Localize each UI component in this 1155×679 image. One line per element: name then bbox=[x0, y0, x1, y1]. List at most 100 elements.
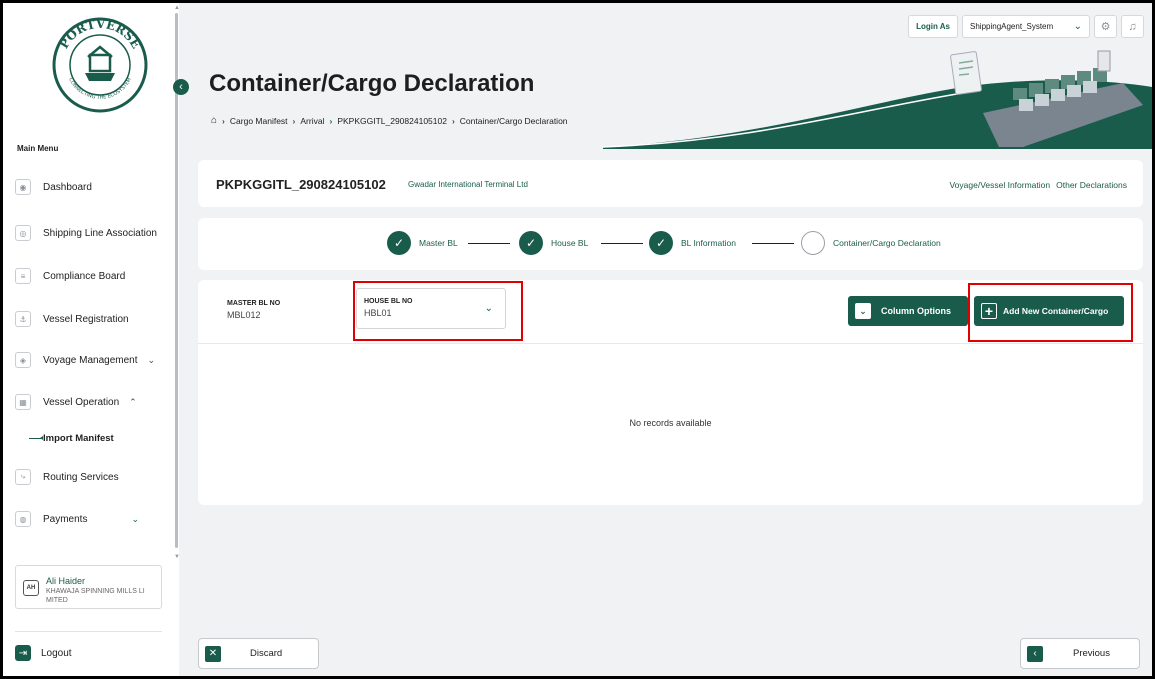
chevron-left-icon: ‹ bbox=[179, 81, 183, 93]
location-icon: ◈ bbox=[15, 352, 31, 368]
sidebar-item-vessel-operation[interactable]: ▦ Vessel Operation ⌃ bbox=[15, 390, 165, 414]
topbar: Login As ShippingAgent_System ⌄ ⚙ ♫ bbox=[908, 15, 1144, 38]
chevron-down-icon: ⌄ bbox=[1073, 21, 1082, 32]
sidebar-item-payments[interactable]: ◍ Payments ⌄ bbox=[15, 507, 165, 531]
sidebar-item-vessel-registration[interactable]: ⚓ Vessel Registration bbox=[15, 307, 165, 331]
home-icon[interactable]: ⌂ bbox=[211, 115, 217, 126]
user-organization: KHAWAJA SPINNING MILLS LI MITED bbox=[46, 588, 145, 604]
app-window: PORTVERSE CONNECTING THE ECOSYSTEM Main … bbox=[3, 3, 1152, 676]
sidebar-subitem-label: Import Manifest bbox=[43, 433, 114, 444]
association-icon: ◎ bbox=[15, 225, 31, 241]
step-label: Master BL bbox=[419, 238, 458, 248]
step-connector bbox=[468, 243, 510, 244]
sidebar-item-label: Dashboard bbox=[43, 181, 92, 193]
document-icon: ≡ bbox=[15, 268, 31, 284]
chevron-down-icon: ⌄ bbox=[855, 303, 871, 319]
previous-label: Previous bbox=[1073, 648, 1110, 659]
voyage-vessel-info-link[interactable]: Voyage/Vessel Information bbox=[949, 180, 1050, 190]
bell-icon: ♫ bbox=[1128, 20, 1137, 33]
other-declarations-link[interactable]: Other Declarations bbox=[1056, 180, 1127, 190]
sidebar-item-compliance-board[interactable]: ≡ Compliance Board bbox=[15, 264, 165, 288]
discard-button[interactable]: ✕ Discard bbox=[198, 638, 319, 669]
sidebar-item-voyage-management[interactable]: ◈ Voyage Management ⌄ bbox=[15, 348, 165, 372]
agent-select[interactable]: ShippingAgent_System ⌄ bbox=[962, 15, 1090, 38]
settings-button[interactable]: ⚙ bbox=[1094, 15, 1117, 38]
master-bl-label: MASTER BL NO bbox=[227, 300, 281, 307]
sidebar-item-label: Routing Services bbox=[43, 471, 119, 483]
terminal-name: Gwadar International Terminal Ltd bbox=[408, 180, 528, 189]
empty-state-message: No records available bbox=[629, 418, 712, 428]
breadcrumb-cargo-manifest[interactable]: Cargo Manifest bbox=[230, 116, 288, 126]
empty-step-circle-icon bbox=[801, 231, 825, 255]
sidebar-divider bbox=[15, 631, 162, 632]
breadcrumb-arrival[interactable]: Arrival bbox=[300, 116, 324, 126]
chevron-right-icon: › bbox=[292, 115, 296, 126]
sidebar-item-label: Voyage Management bbox=[43, 354, 138, 366]
gear-icon: ⚙ bbox=[1100, 21, 1111, 33]
close-icon: ✕ bbox=[205, 645, 221, 662]
chevron-down-icon: ⌄ bbox=[131, 513, 140, 524]
step-container-cargo-declaration[interactable]: Container/Cargo Declaration bbox=[801, 231, 941, 255]
agent-select-value: ShippingAgent_System bbox=[970, 22, 1054, 31]
chevron-left-icon: ‹ bbox=[1027, 645, 1043, 662]
ship-icon: ⚓ bbox=[15, 311, 31, 327]
step-bl-information[interactable]: ✓ BL Information bbox=[649, 231, 736, 255]
manifest-reference: PKPKGGITL_290824105102 bbox=[216, 177, 386, 192]
step-connector bbox=[752, 243, 794, 244]
notifications-button[interactable]: ♫ bbox=[1121, 15, 1144, 38]
step-house-bl[interactable]: ✓ House BL bbox=[519, 231, 588, 255]
check-icon: ✓ bbox=[649, 231, 673, 255]
column-options-label: Column Options bbox=[881, 306, 951, 316]
check-icon: ✓ bbox=[387, 231, 411, 255]
sidebar-item-label: Shipping Line Association bbox=[43, 227, 157, 239]
dashboard-icon: ◉ bbox=[15, 179, 31, 195]
breadcrumb: ⌂ › Cargo Manifest › Arrival › PKPKGGITL… bbox=[211, 115, 568, 126]
house-bl-label: HOUSE BL NO bbox=[364, 298, 413, 305]
column-options-button[interactable]: ⌄ Column Options bbox=[848, 296, 968, 326]
step-master-bl[interactable]: ✓ Master BL bbox=[387, 231, 458, 255]
card-links: Voyage/Vessel Information Other Declarat… bbox=[949, 180, 1127, 190]
sidebar-item-label: Vessel Operation bbox=[43, 396, 120, 408]
add-new-container-cargo-button[interactable]: + Add New Container/Cargo bbox=[974, 296, 1124, 326]
breadcrumb-current: Container/Cargo Declaration bbox=[459, 115, 568, 126]
chevron-right-icon: › bbox=[222, 115, 225, 126]
payment-icon: ◍ bbox=[15, 511, 31, 527]
scroll-up-arrow-icon[interactable]: ▲ bbox=[174, 5, 180, 11]
logout-icon: ⇥ bbox=[15, 645, 31, 661]
breadcrumb-reference[interactable]: PKPKGGITL_290824105102 bbox=[337, 116, 447, 126]
sidebar-item-label: Payments bbox=[43, 513, 88, 525]
sidebar-item-shipping-line-association[interactable]: ◎ Shipping Line Association bbox=[15, 221, 165, 245]
add-new-label: Add New Container/Cargo bbox=[1003, 306, 1109, 316]
logout-button[interactable]: ⇥ Logout bbox=[15, 645, 72, 661]
scroll-down-arrow-icon[interactable]: ▼ bbox=[174, 554, 180, 560]
sidebar-item-dashboard[interactable]: ◉ Dashboard bbox=[15, 175, 165, 199]
sidebar-item-routing-services[interactable]: ⤷ Routing Services bbox=[15, 465, 165, 489]
previous-button[interactable]: ‹ Previous bbox=[1020, 638, 1140, 669]
chevron-down-icon: ⌄ bbox=[484, 303, 493, 314]
user-card[interactable]: AH Ali Haider KHAWAJA SPINNING MILLS LI … bbox=[15, 565, 162, 609]
plus-icon: + bbox=[981, 303, 997, 319]
chevron-up-icon: ⌃ bbox=[129, 396, 137, 407]
house-bl-value: HBL01 bbox=[364, 308, 392, 318]
step-label: Container/Cargo Declaration bbox=[833, 238, 941, 248]
main-menu-label: Main Menu bbox=[17, 144, 59, 153]
active-indicator-icon bbox=[29, 436, 43, 440]
sidebar-item-label: Compliance Board bbox=[43, 270, 126, 282]
progress-stepper: ✓ Master BL ✓ House BL ✓ BL Information … bbox=[198, 218, 1143, 270]
step-label: BL Information bbox=[681, 238, 736, 248]
chevron-right-icon: › bbox=[451, 115, 455, 126]
sidebar-item-label: Vessel Registration bbox=[43, 313, 129, 325]
sidebar-subitem-import-manifest[interactable]: Import Manifest bbox=[29, 433, 114, 444]
avatar: AH bbox=[23, 580, 39, 596]
cargo-ship-illustration bbox=[603, 50, 1152, 149]
house-bl-select[interactable]: HOUSE BL NO HBL01 ⌄ bbox=[356, 288, 506, 329]
table-divider bbox=[198, 343, 1143, 344]
chevron-right-icon: › bbox=[329, 115, 333, 126]
sidebar-collapse-button[interactable]: ‹ bbox=[173, 79, 189, 95]
logout-label: Logout bbox=[41, 647, 72, 659]
container-cargo-table-card: MASTER BL NO MBL012 HOUSE BL NO HBL01 ⌄ … bbox=[198, 280, 1143, 505]
page-title: Container/Cargo Declaration bbox=[209, 70, 535, 97]
manifest-info-card: PKPKGGITL_290824105102 Gwadar Internatio… bbox=[198, 160, 1143, 207]
route-icon: ⤷ bbox=[15, 469, 31, 485]
login-as-label: Login As bbox=[908, 15, 958, 38]
